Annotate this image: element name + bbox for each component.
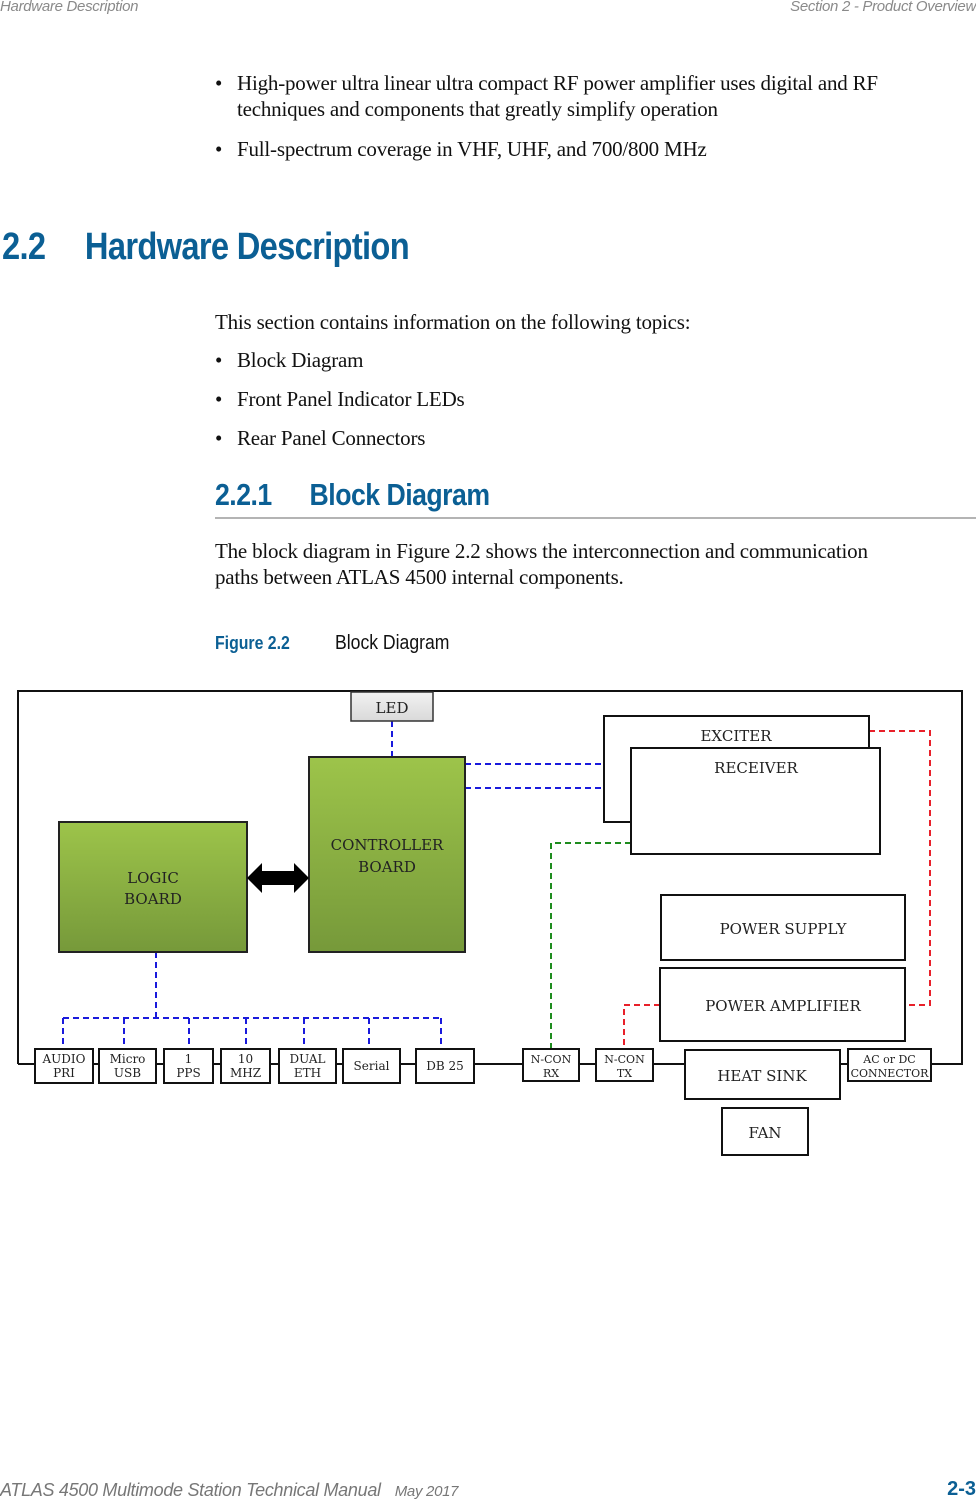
connector-label: ETH <box>294 1066 321 1080</box>
subsection-heading: 2.2.1 Block Diagram <box>215 477 490 513</box>
logic-board-label-1: LOGIC <box>127 869 179 887</box>
receiver-block: RECEIVER <box>630 747 881 855</box>
fan-block: FAN <box>721 1107 809 1156</box>
running-header-left: Hardware Description <box>0 0 139 15</box>
connector-label: PRI <box>53 1066 75 1080</box>
connector-label: AC or DC <box>862 1053 915 1066</box>
connector-micro-usb: MicroUSB <box>98 1048 157 1084</box>
block-diagram: LED EXCITER RECEIVER LOGIC BOARD CONTROL… <box>17 690 963 1156</box>
receiver-ncon-rx-link <box>550 842 631 1049</box>
connector-label: AUDIO <box>42 1052 86 1066</box>
connector-label: 10 <box>238 1052 253 1066</box>
subsection-title: Block Diagram <box>309 477 490 512</box>
page-number: 2-3 <box>947 1478 976 1500</box>
topic-item: • Block Diagram <box>215 348 364 372</box>
footer-date: May 2017 <box>394 1483 459 1500</box>
bullet-icon: • <box>215 137 223 161</box>
subsection-number: 2.2.1 <box>215 477 272 512</box>
logic-board-label-2: BOARD <box>124 890 182 908</box>
connector-1pps: 1PPS <box>163 1048 214 1084</box>
connector-label: MHZ <box>230 1066 261 1080</box>
connector-label: N-CON <box>604 1053 645 1066</box>
bullet-icon: • <box>215 387 223 411</box>
feature-bullet: • Full-spectrum coverage in VHF, UHF, an… <box>215 137 707 161</box>
connector-audio-pri: AUDIOPRI <box>34 1048 94 1084</box>
controller-board-block: CONTROLLER BOARD <box>308 756 466 953</box>
connector-label: Serial <box>354 1059 390 1073</box>
controller-board-label-1: CONTROLLER <box>331 836 444 854</box>
green-links <box>550 842 631 1049</box>
connector-serial: Serial <box>342 1048 401 1084</box>
controller-board-label-2: BOARD <box>358 858 416 876</box>
connector-label: 1 <box>185 1052 193 1066</box>
footer-manual: ATLAS 4500 Multimode Station Technical M… <box>0 1480 459 1501</box>
subsection-paragraph: The block diagram in Figure 2.2 shows th… <box>215 539 868 589</box>
footer-manual-title: ATLAS 4500 Multimode Station Technical M… <box>0 1480 381 1500</box>
section-title: Hardware Description <box>84 226 410 268</box>
feature-bullet-list: • High-power ultra linear ultra compact … <box>215 70 975 162</box>
power-supply-block: POWER SUPPLY <box>660 894 906 961</box>
section-heading: 2.2 Hardware Description <box>2 226 410 269</box>
bullet-icon: • <box>215 426 223 450</box>
bullet-icon: • <box>215 348 223 372</box>
connector-ac-dc-connector: AC or DCCONNECTOR <box>847 1048 932 1082</box>
connector-label: RX <box>543 1067 559 1080</box>
connector-label: TX <box>617 1067 632 1080</box>
feature-bullet: • High-power ultra linear ultra compact … <box>215 71 878 121</box>
connector-db25: DB 25 <box>415 1048 475 1084</box>
led-label: LED <box>376 699 409 717</box>
connector-ncon-tx: N-CONTX <box>595 1048 654 1082</box>
heat-sink-label: HEAT SINK <box>717 1067 807 1085</box>
power-amplifier-block: POWER AMPLIFIER <box>659 967 906 1042</box>
exciter-label: EXCITER <box>700 727 772 745</box>
power-supply-label: POWER SUPPLY <box>720 920 848 938</box>
heat-sink-block: HEAT SINK <box>684 1049 841 1100</box>
connector-label: USB <box>114 1066 141 1080</box>
connector-label: DUAL <box>290 1052 326 1066</box>
section-number: 2.2 <box>2 226 46 268</box>
figure-title: Block Diagram <box>335 632 450 654</box>
subsection-rule <box>215 517 976 519</box>
topic-list: • Block Diagram • Front Panel Indicator LE… <box>215 347 465 451</box>
bullet-icon: • <box>215 71 223 95</box>
logic-board-block: LOGIC BOARD <box>58 821 248 953</box>
connector-dual-eth: DUALETH <box>278 1048 337 1084</box>
pa-ncon-tx-link <box>623 1004 660 1049</box>
connector-label: Micro <box>110 1052 146 1066</box>
connector-label: DB 25 <box>426 1059 464 1073</box>
receiver-label: RECEIVER <box>714 759 798 777</box>
bidirectional-arrow-icon <box>247 863 309 893</box>
topic-item: • Front Panel Indicator LEDs <box>215 387 465 411</box>
topic-item: • Rear Panel Connectors <box>215 426 426 450</box>
connector-label: N-CON <box>531 1053 572 1066</box>
connector-label: PPS <box>176 1066 200 1080</box>
connector-10mhz: 10MHZ <box>220 1048 271 1084</box>
figure-label: Figure 2.2 <box>215 633 290 653</box>
running-header-right: Section 2 - Product Overview <box>790 0 976 15</box>
connector-ncon-rx: N-CONRX <box>522 1048 580 1082</box>
connector-label: CONNECTOR <box>851 1067 929 1080</box>
section-intro: This section contains information on the… <box>215 310 691 334</box>
power-amplifier-label: POWER AMPLIFIER <box>705 997 861 1015</box>
fan-label: FAN <box>748 1124 781 1142</box>
led-block: LED <box>350 691 434 722</box>
